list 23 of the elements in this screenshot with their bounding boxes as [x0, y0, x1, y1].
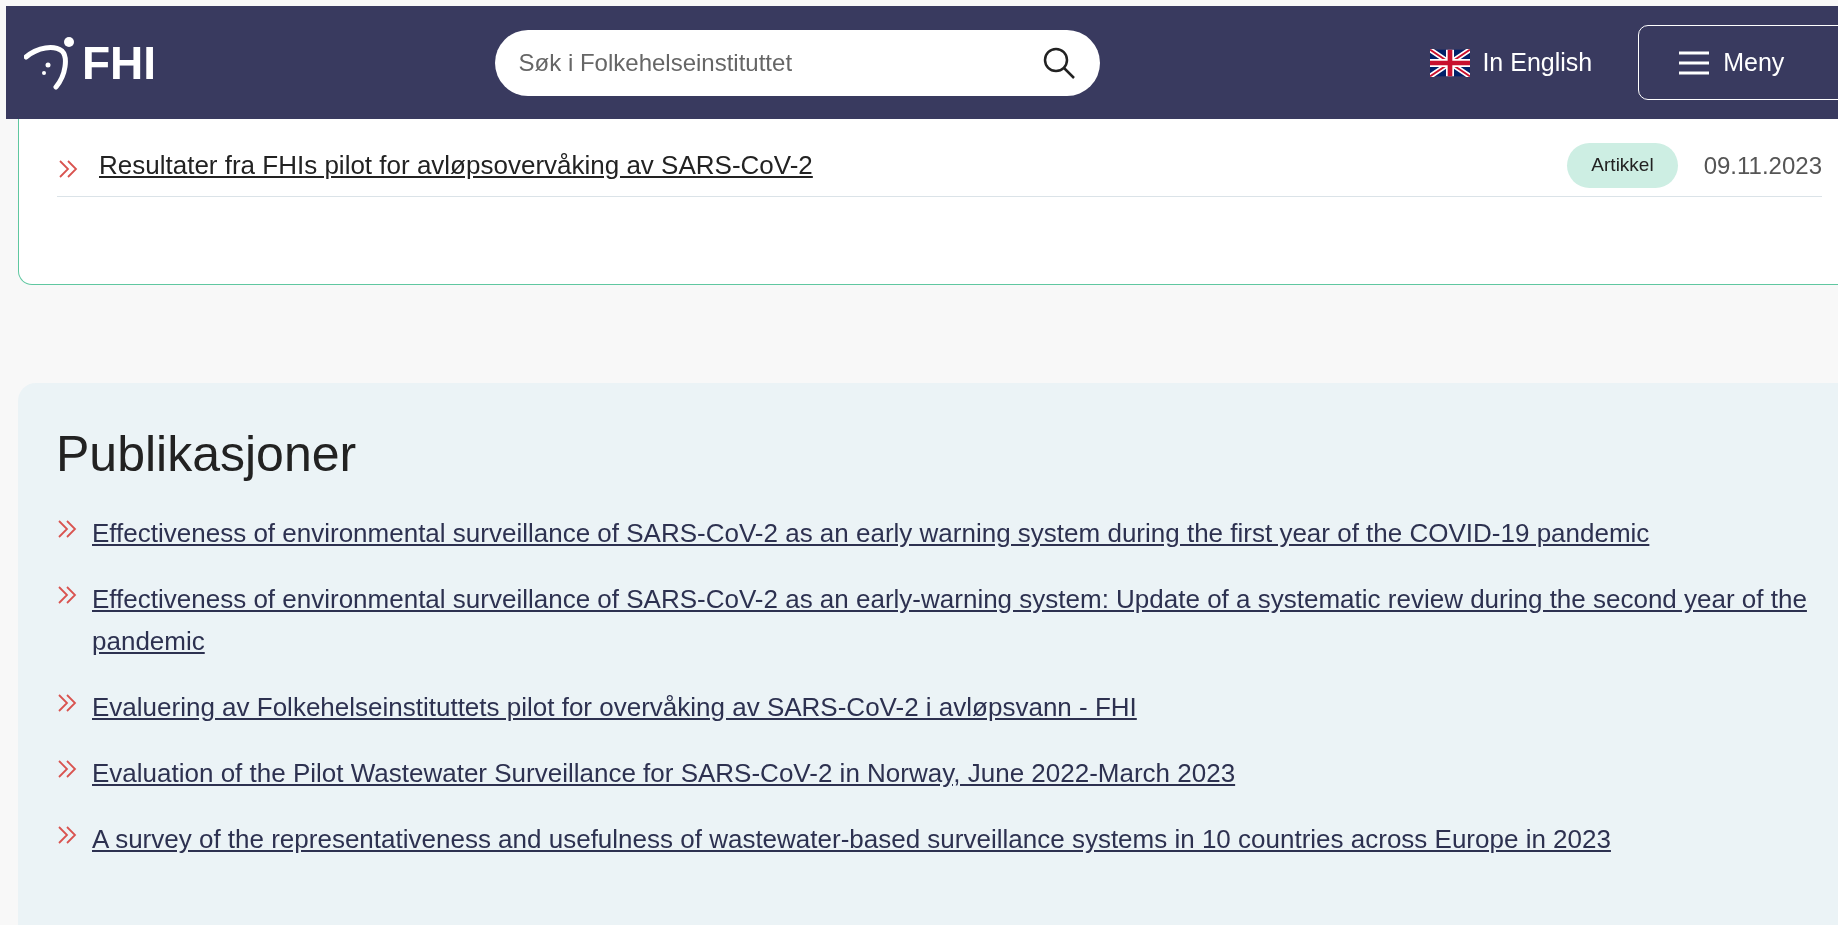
- publication-link[interactable]: Evaluation of the Pilot Wastewater Surveillance for SARS-CoV-2 in Norway, June 2022-March 2023: [92, 751, 1236, 794]
- logo-text[interactable]: FHI: [82, 39, 157, 86]
- double-chevron-icon: [56, 823, 78, 846]
- double-chevron-icon: [56, 517, 78, 540]
- search-icon[interactable]: [1042, 45, 1077, 80]
- search-field[interactable]: Søk i Folkehelseinstituttet: [494, 29, 1101, 96]
- tag-badge: Artikkel: [1567, 143, 1678, 188]
- publication-link[interactable]: Effectiveness of environmental surveillance of SARS-CoV-2 as an early warning system during the first year of the COVID-19 pandemic: [92, 511, 1650, 554]
- date-text: 09.11.2023: [1703, 150, 1822, 181]
- section-heading: Publikasjoner: [56, 425, 358, 484]
- double-chevron-icon: [56, 691, 78, 714]
- publication-link[interactable]: Effectiveness of environmental surveillance of SARS-CoV-2 as an early-warning system: Update of a systematic review during the second year of the pandemic: [92, 577, 1826, 662]
- language-link[interactable]: In English: [1430, 43, 1593, 82]
- publication-link[interactable]: Evaluering av Folkehelseinstituttets pilot for overvåking av SARS-CoV-2 i avløpsvann - FHI: [92, 685, 1137, 728]
- menu-button[interactable]: Meny: [1638, 25, 1838, 100]
- double-chevron-icon: [57, 157, 79, 180]
- double-chevron-icon: [56, 757, 78, 780]
- publication-link[interactable]: A survey of the representativeness and usefulness of wastewater-based surveillance systems in 10 countries across Europe in 2023: [92, 817, 1611, 860]
- double-chevron-icon: [56, 583, 78, 606]
- figure-logo-icon: [24, 34, 76, 91]
- flag-icon: [1430, 48, 1471, 77]
- article-link[interactable]: Resultater fra FHIs pilot for avløpsovervåking av SARS-CoV-2: [99, 146, 813, 185]
- menu-icon: [1679, 50, 1710, 75]
